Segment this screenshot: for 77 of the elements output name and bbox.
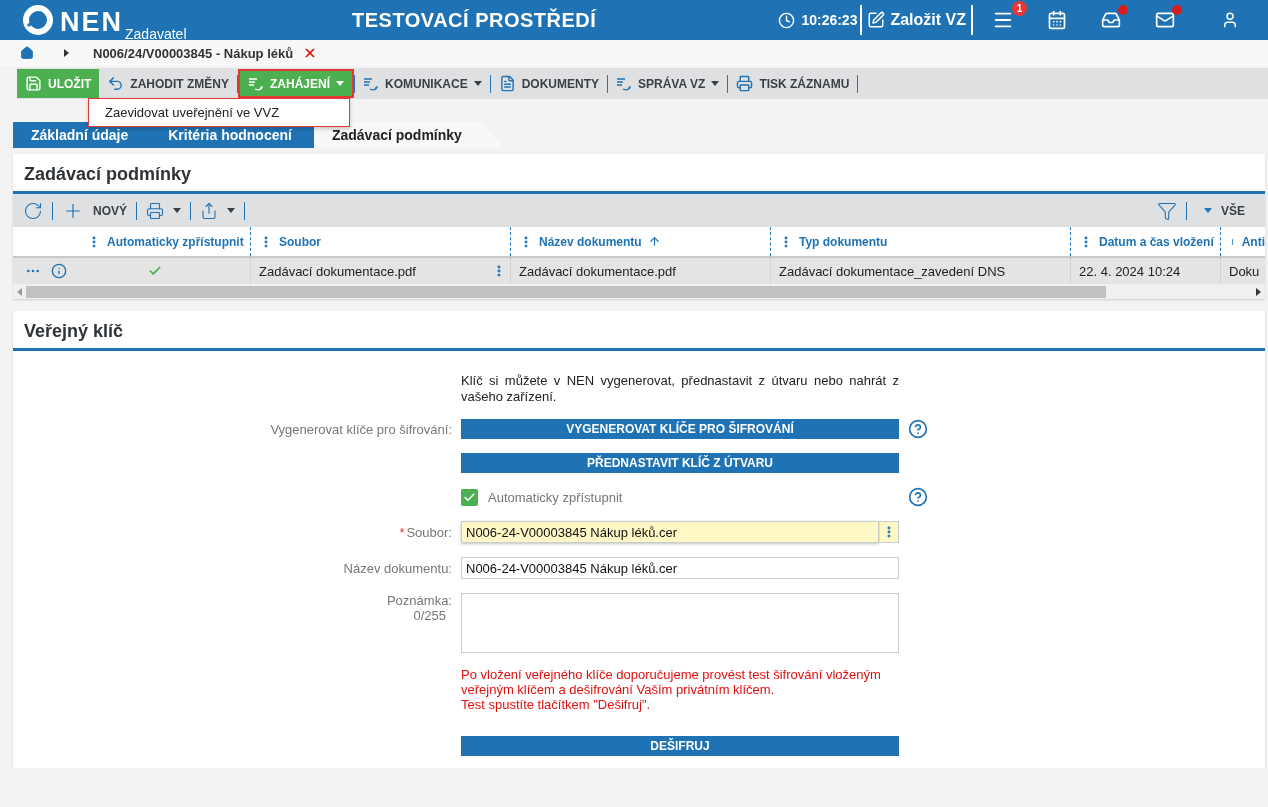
table-cell: Doku (1229, 263, 1260, 279)
checkbox-label: Automaticky zpřístupnit (488, 489, 623, 505)
character-counter: 0/255 (413, 608, 446, 623)
caret-icon (173, 208, 181, 213)
logo-subtitle: Zadavatel (125, 26, 187, 42)
field-label: Název dokumentu: (342, 560, 452, 576)
column-header[interactable]: Typ dokumentu (799, 234, 888, 249)
help-icon[interactable] (908, 487, 928, 507)
menu-item[interactable]: Zaevidovat uveřejnění ve VVZ (89, 99, 350, 126)
environment-title: TESTOVACÍ PROSTŘEDÍ (352, 8, 598, 32)
preset-key-button[interactable]: PŘEDNASTAVIT KLÍČ Z ÚTVARU (461, 453, 899, 473)
field-label: *Soubor: (398, 524, 452, 540)
intro-text: Klíč si můžete v NEN vygenerovat, přednastavit z útvaru nebo nahrát z vašeho zařízení. (461, 373, 899, 405)
mail-icon[interactable] (1155, 10, 1175, 30)
field-label: Poznámka: (386, 593, 452, 608)
inbox-icon[interactable] (1101, 10, 1121, 30)
create-button[interactable]: Založit VZ (865, 11, 968, 29)
logo-icon (22, 4, 54, 36)
section-title: Veřejný klíč (13, 311, 1265, 351)
logo-text: NEN (60, 8, 123, 36)
list-arrow-icon (363, 75, 379, 92)
clock-time: 10:26:23 (801, 12, 858, 28)
calendar-icon[interactable] (1047, 10, 1067, 30)
caret-icon (227, 208, 235, 213)
scroll-right-icon[interactable] (1256, 287, 1261, 296)
check-icon (463, 490, 476, 504)
toolbar-button[interactable]: ZAHÁJENÍ (238, 69, 354, 98)
required-marker: * (399, 524, 405, 540)
document-icon (498, 75, 516, 92)
toolbar-button[interactable]: KOMUNIKACE (355, 75, 490, 92)
checkbox[interactable] (461, 488, 478, 506)
scrollbar-thumb[interactable] (26, 285, 1106, 298)
column-header[interactable]: Automaticky zpřístupnit (107, 234, 244, 249)
toolbar-button[interactable]: SPRÁVA VZ (608, 75, 728, 92)
document-name-field[interactable]: N006-24-V00003845 Nákup léků.cer (461, 557, 899, 579)
tab[interactable]: Zadávací podmínky (313, 122, 504, 148)
filter-icon[interactable] (1157, 200, 1177, 221)
toolbar-button[interactable]: ULOŽIT (17, 69, 100, 98)
caret-icon (1204, 208, 1212, 213)
toolbar-button[interactable]: TISK ZÁZNAMU (728, 75, 858, 92)
caret-icon (64, 49, 69, 57)
breadcrumb-item[interactable]: N006/24/V00003845 - Nákup léků (93, 45, 294, 61)
printer-icon (736, 75, 754, 92)
refresh-icon[interactable] (23, 200, 43, 221)
warning-text: Test spustíte tlačítkem "Dešifruj". (461, 697, 652, 712)
generate-keys-button[interactable]: VYGENEROVAT KLÍČE PRO ŠIFROVÁNÍ (461, 419, 899, 439)
filter-all-button[interactable]: VŠE (1221, 203, 1245, 218)
user-icon[interactable] (1221, 11, 1239, 29)
export-icon[interactable] (200, 201, 218, 220)
decrypt-button[interactable]: DEŠIFRUJ (461, 736, 899, 756)
help-icon[interactable] (908, 419, 928, 439)
list-arrow-icon (248, 75, 264, 92)
toolbar-button[interactable]: DOKUMENTY (490, 75, 608, 92)
warning-text: Po vložení veřejného klíče doporučujeme provést test šifrování vloženým veřejným klíčem a dešifrování Vaším privátním klíčem. (461, 667, 882, 697)
table-cell: Zadávací dokumentace.pdf (259, 263, 416, 279)
info-icon[interactable] (51, 263, 67, 279)
tab[interactable]: Základní údaje (13, 122, 151, 148)
clock-icon (778, 11, 796, 29)
column-header[interactable]: Anti (1241, 234, 1265, 249)
column-header[interactable]: Název dokumentu (539, 234, 642, 249)
column-header[interactable]: Soubor (279, 234, 321, 249)
undo-icon (107, 75, 125, 92)
file-field[interactable]: N006-24-V00003845 Nákup léků.cer (461, 521, 879, 543)
edit-icon (867, 11, 886, 29)
table-cell: Zadávací dokumentace.pdf (519, 263, 676, 279)
notification-count: 1 (1012, 1, 1027, 16)
new-button[interactable]: NOVÝ (93, 203, 127, 218)
field-label: Vygenerovat klíče pro šifrování: (269, 421, 452, 437)
more-button[interactable] (879, 521, 899, 543)
table-cell: 22. 4. 2024 10:24 (1079, 263, 1181, 279)
printer-icon[interactable] (146, 201, 164, 220)
column-header[interactable]: Datum a čas vložení (1099, 234, 1214, 249)
home-icon[interactable] (20, 46, 34, 60)
list-arrow-icon (616, 75, 633, 92)
table-cell: Zadávací dokumentace_zavedení DNS (779, 263, 1006, 279)
note-field[interactable] (461, 593, 899, 653)
toolbar-button[interactable]: ZAHODIT ZMĚNY (99, 75, 237, 92)
